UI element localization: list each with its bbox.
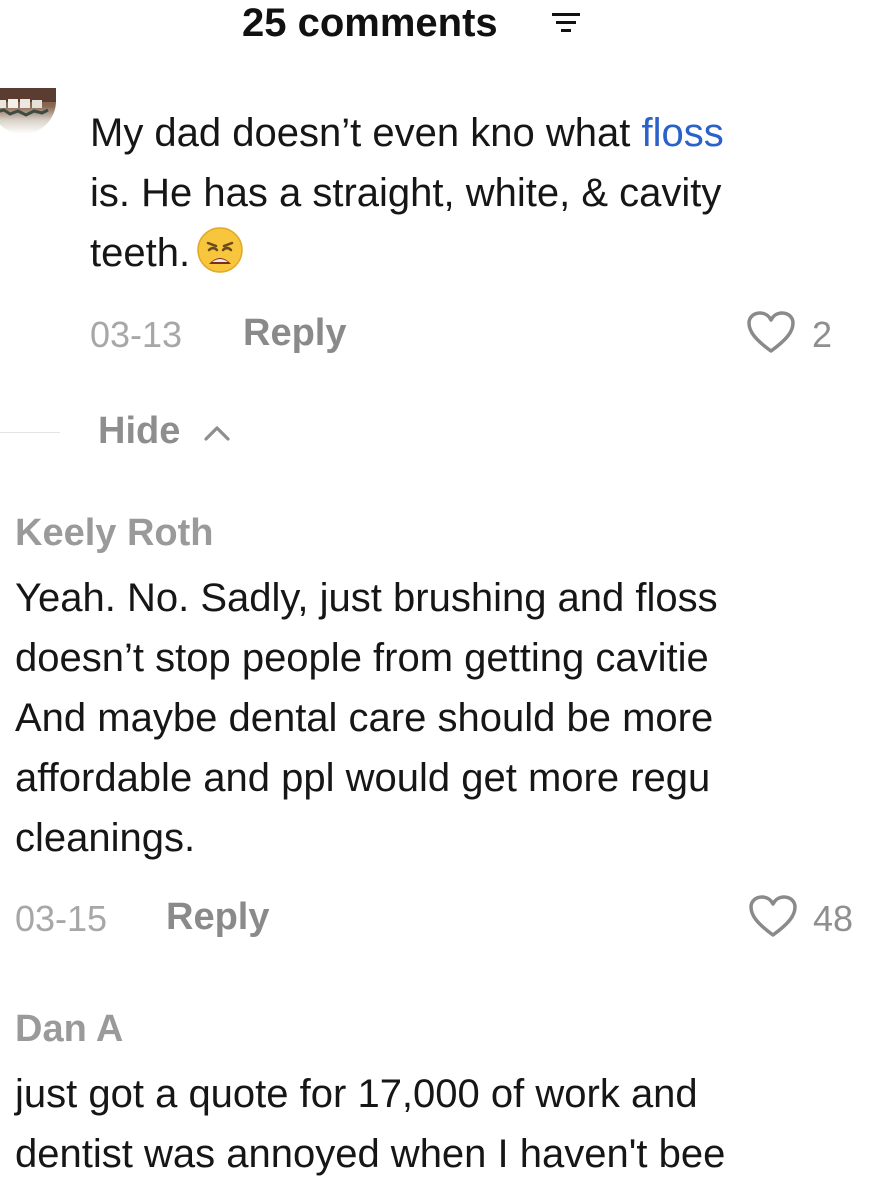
comment-line: Yeah. No. Sadly, just brushing and floss (15, 576, 718, 620)
weary-face-emoji-icon (197, 227, 243, 273)
comment-line: And maybe dental care should be more (15, 696, 714, 740)
comment-username[interactable]: Dan A (15, 1008, 123, 1051)
hide-replies-button[interactable]: Hide (98, 410, 180, 458)
comment-username[interactable]: Keely Roth (15, 512, 213, 555)
comment-line: just got a quote for 17,000 of work and (15, 1072, 698, 1116)
comment-line: teeth. (90, 223, 724, 283)
chevron-up-icon[interactable] (200, 422, 234, 444)
comments-header: 25 comments (0, 0, 891, 52)
comment-meta: 03-15 Reply 48 (0, 892, 891, 942)
like-count: 48 (813, 898, 854, 939)
comment-date: 03-13 (90, 314, 183, 355)
comment-date: 03-15 (15, 898, 108, 939)
comment-text: just got a quote for 17,000 of work and … (15, 1064, 725, 1184)
reply-button[interactable]: Reply (166, 896, 269, 939)
comment-line: cleanings. (15, 816, 196, 860)
sort-lines-icon[interactable] (552, 10, 580, 36)
comment-line: dentist was annoyed when I haven't bee (15, 1132, 726, 1176)
heart-icon[interactable] (748, 894, 798, 938)
comment-meta: 03-13 Reply 2 (0, 308, 891, 358)
comment-line: is. He has a straight, white, & cavity (90, 171, 722, 215)
comment-line: doesn’t stop people from getting cavitie (15, 636, 709, 680)
comment-line: affordable and ppl would get more regu (15, 756, 711, 800)
reply-button[interactable]: Reply (243, 312, 346, 355)
comments-count-title: 25 comments (242, 1, 498, 45)
avatar[interactable] (0, 88, 56, 134)
hashtag-link[interactable]: floss (641, 111, 723, 155)
replies-divider (0, 432, 60, 433)
comment-text: Yeah. No. Sadly, just brushing and floss… (15, 568, 718, 868)
comment-line: My dad doesn’t even kno what floss (90, 111, 724, 155)
heart-icon[interactable] (746, 310, 796, 354)
like-count: 2 (812, 314, 833, 355)
comment-text: My dad doesn’t even kno what floss is. H… (90, 103, 724, 283)
